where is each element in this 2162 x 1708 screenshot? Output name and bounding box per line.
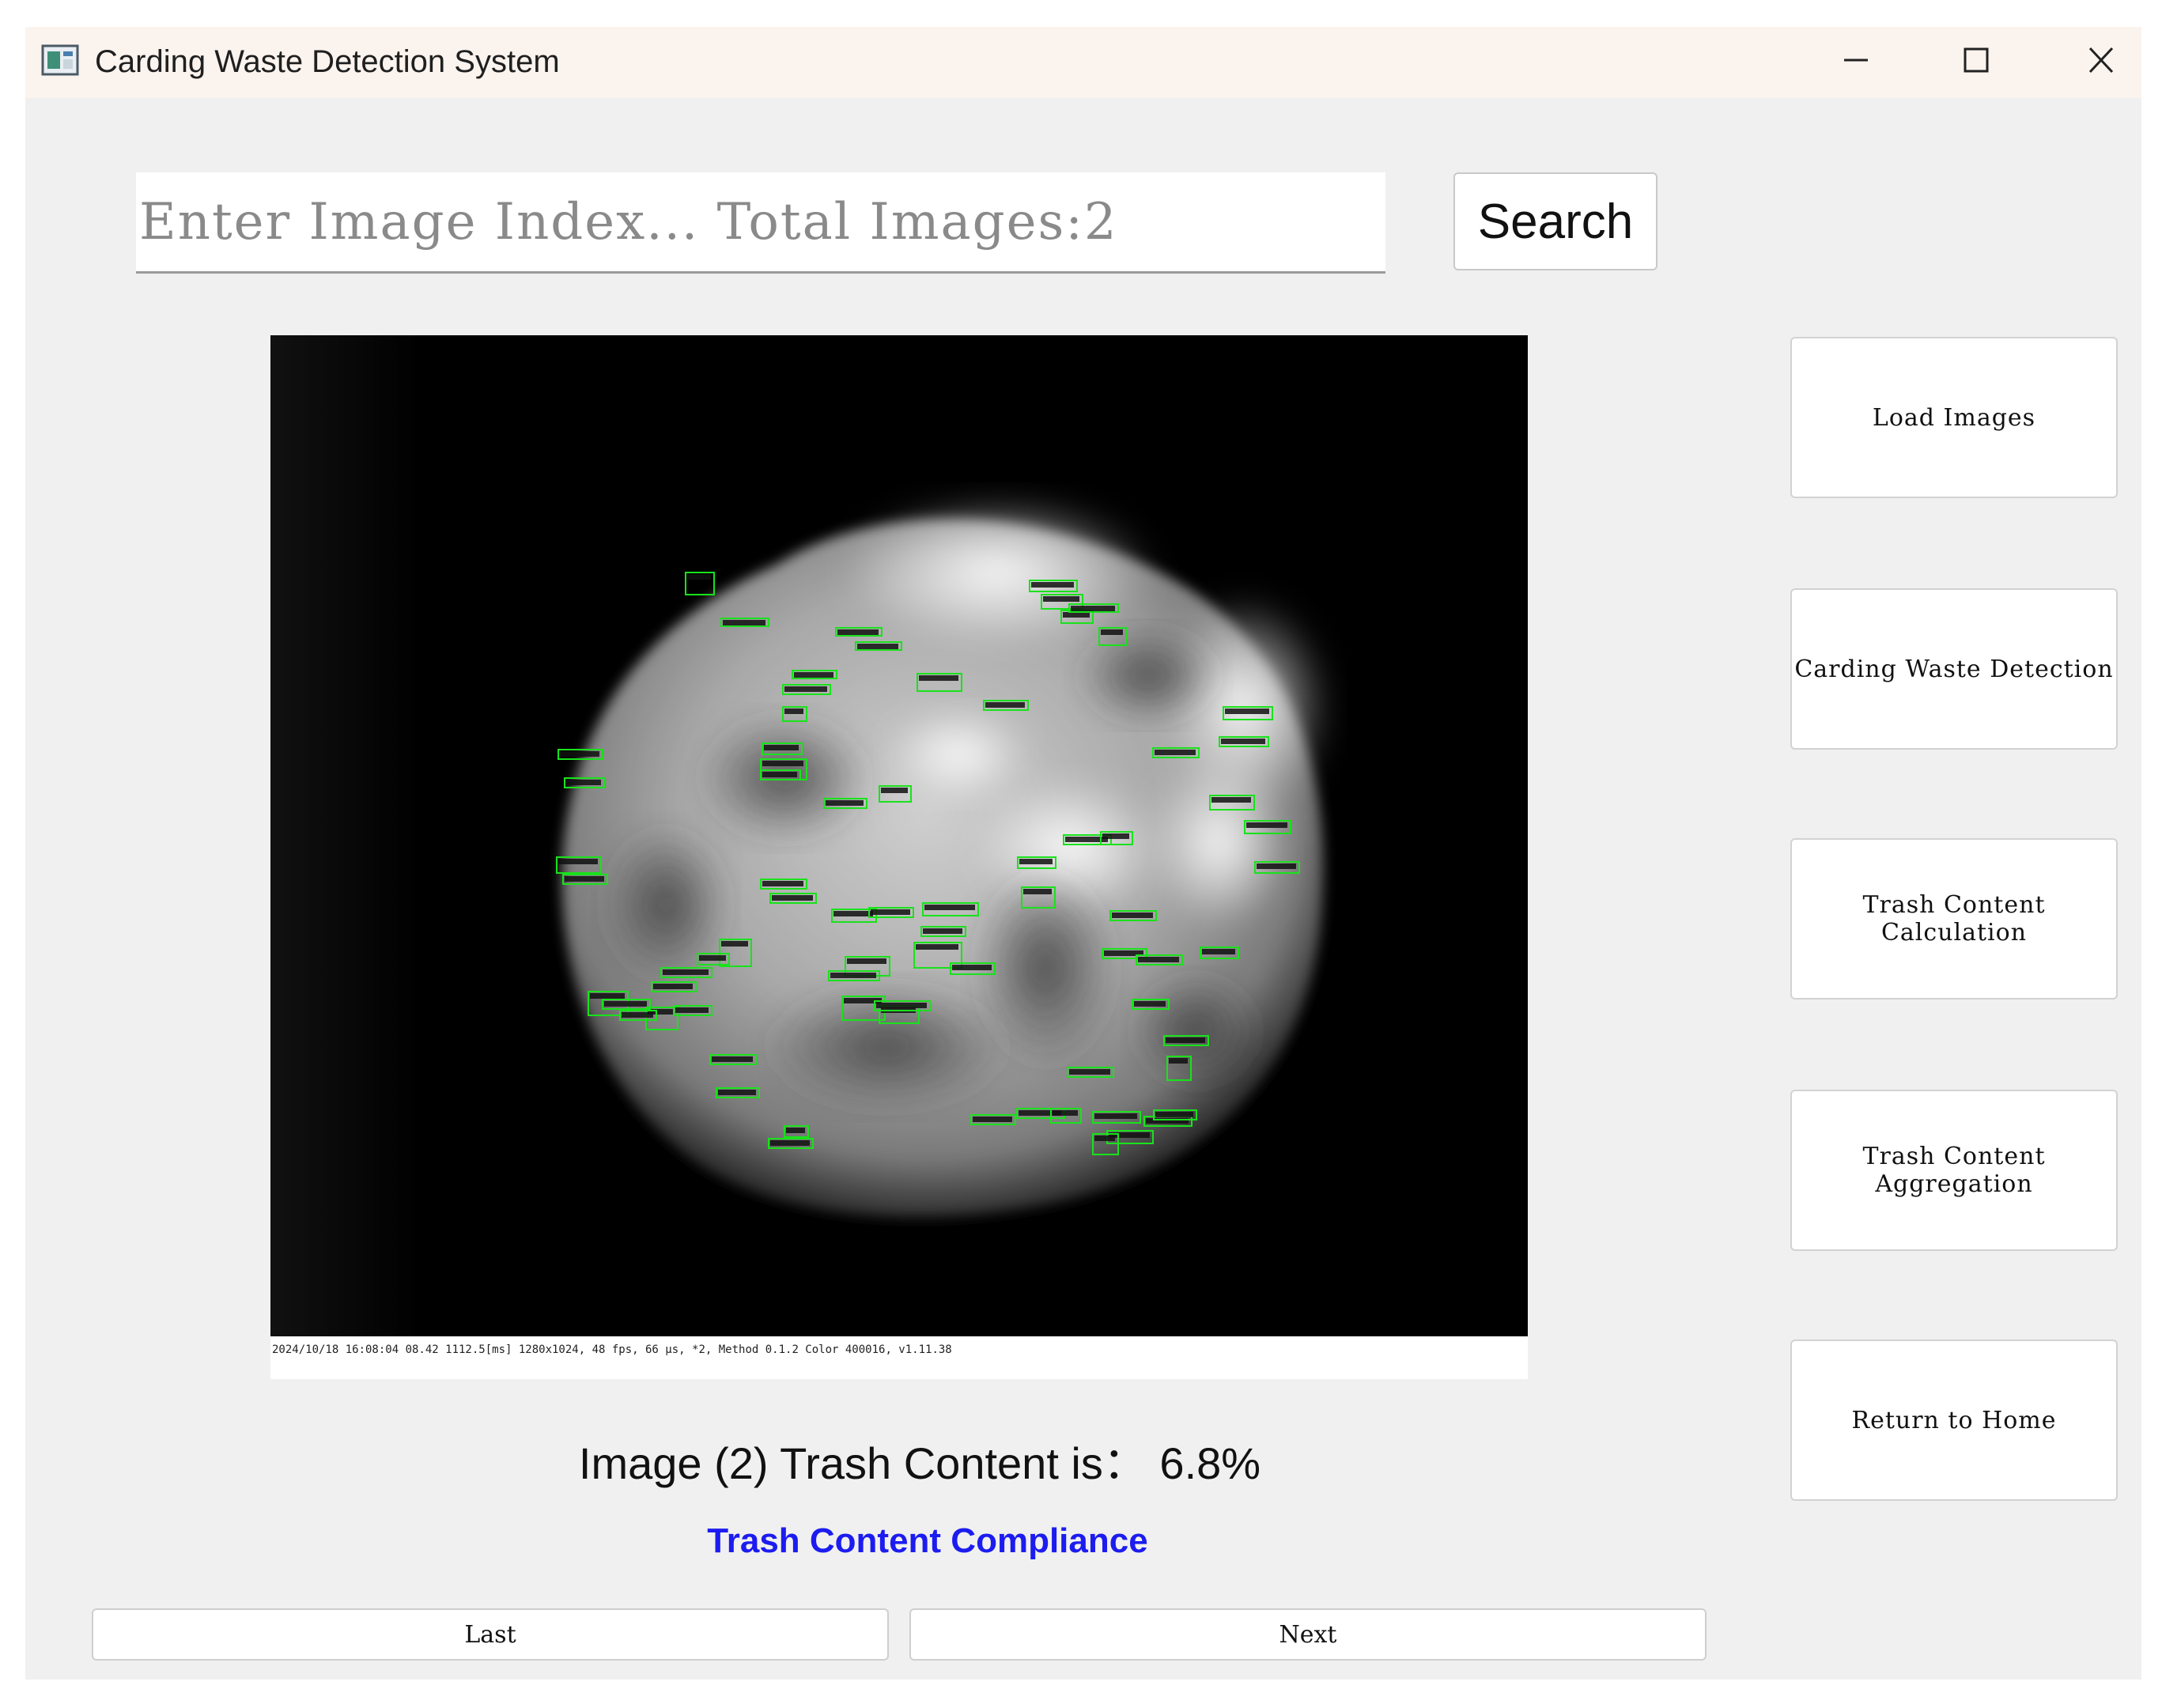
detection-label-tag [784, 686, 827, 692]
load-images-button[interactable]: Load Images [1790, 337, 2118, 498]
detection-label-tag [857, 644, 898, 649]
detection-label-tag [786, 1128, 805, 1133]
detection-image: 2024/10/18 16:08:04 08.42 1112.5[ms] 128… [270, 335, 1528, 1379]
carding-waste-detection-button[interactable]: Carding Waste Detection [1790, 588, 2118, 750]
detection-label-tag [1019, 859, 1053, 864]
detection-label-tag [1166, 1037, 1205, 1043]
image-index-search-input[interactable] [136, 172, 1385, 274]
detection-label-tag [1102, 833, 1129, 839]
detection-label-tag [565, 876, 604, 882]
app-window: Carding Waste Detection System Search [25, 27, 2141, 1680]
trash-content-calculation-button[interactable]: Trash Content Calculation [1790, 838, 2118, 999]
detection-label-tag [833, 911, 873, 916]
detection-label-tag [1155, 1112, 1193, 1117]
close-icon[interactable] [2073, 36, 2129, 84]
detection-label-tag [919, 675, 958, 681]
detection-label-tag [871, 909, 910, 915]
detection-label-tag [1246, 822, 1287, 828]
detection-label-tag [1202, 949, 1235, 954]
detection-label-tag [1221, 739, 1265, 744]
trash-content-result: Image (2) Trash Content is： 6.8% [578, 1438, 1261, 1488]
detection-label-tag [718, 1090, 756, 1095]
detection-label-tag [876, 1003, 927, 1008]
last-button[interactable]: Last [92, 1608, 889, 1661]
compliance-status: Trash Content Compliance [707, 1521, 1148, 1560]
detection-label-tag [772, 895, 813, 901]
detection-label-tag [952, 965, 992, 970]
detection-label-tag [1155, 750, 1196, 755]
detection-label-tag [1134, 1001, 1166, 1007]
detection-label-tag [699, 955, 726, 961]
detection-label-tag [1101, 629, 1123, 635]
return-to-home-button[interactable]: Return to Home [1790, 1340, 2118, 1501]
detection-label-tag [687, 574, 711, 580]
detection-label-tag [1138, 957, 1179, 962]
detection-label-tag [1043, 596, 1079, 602]
detection-label-tag [764, 745, 799, 750]
image-footer-caption: 2024/10/18 16:08:04 08.42 1112.5[ms] 128… [272, 1343, 952, 1356]
detection-label-tag [1069, 1069, 1110, 1075]
detection-label-tag [590, 993, 625, 999]
detection-label-tag [881, 788, 908, 793]
detection-label-tag [1169, 1058, 1188, 1064]
detection-label-tag [826, 800, 864, 806]
detection-label-tag [916, 944, 958, 950]
detection-label-tag [924, 905, 975, 910]
detection-image-viewer: 2024/10/18 16:08:04 08.42 1112.5[ms] 128… [270, 335, 1528, 1379]
detection-label-tag [1112, 913, 1153, 918]
detection-label-tag [1071, 606, 1115, 611]
detection-label-tag [923, 928, 962, 934]
detection-label-tag [794, 672, 833, 678]
detection-label-tag [566, 780, 601, 785]
detection-label-tag [985, 702, 1025, 708]
title-bar: Carding Waste Detection System [25, 27, 2141, 98]
detection-label-tag [830, 973, 876, 978]
search-button[interactable]: Search [1453, 172, 1657, 270]
detection-label-tag [1225, 709, 1269, 714]
detection-label-tag [622, 1012, 653, 1018]
detection-label-tag [1053, 1110, 1078, 1116]
trash-content-aggregation-button[interactable]: Trash Content Aggregation [1790, 1090, 2118, 1251]
detection-label-tag [837, 629, 879, 635]
detection-label-tag [973, 1117, 1012, 1122]
detection-label-tag [558, 859, 598, 864]
detection-label-tag [1094, 1136, 1115, 1141]
detection-label-tag [1031, 582, 1074, 588]
detection-label-tag [770, 1140, 810, 1146]
window-title: Carding Waste Detection System [95, 44, 560, 79]
detection-label-tag [723, 620, 765, 625]
next-button[interactable]: Next [909, 1608, 1707, 1661]
detection-label-tag [847, 958, 886, 964]
detection-label-tag [1094, 1113, 1137, 1119]
detection-label-tag [712, 1056, 753, 1062]
minimize-icon[interactable] [1828, 36, 1884, 84]
detection-label-tag [1211, 797, 1251, 803]
detection-label-tag [1023, 889, 1052, 894]
detection-label-tag [762, 772, 797, 777]
detection-label-tag [1257, 863, 1296, 869]
detection-label-tag [784, 709, 803, 714]
detection-label-tag [762, 761, 803, 766]
detection-label-tag [675, 1007, 709, 1013]
detection-label-tag [604, 1001, 647, 1007]
app-window-icon [41, 43, 79, 77]
detection-label-tag [762, 881, 803, 886]
detection-label-tag [1063, 612, 1090, 618]
detection-label-tag [653, 984, 693, 989]
detection-label-tag [560, 751, 599, 757]
detection-label-tag [721, 941, 748, 947]
detection-label-tag [663, 969, 709, 975]
maximize-icon[interactable] [1948, 36, 2004, 84]
